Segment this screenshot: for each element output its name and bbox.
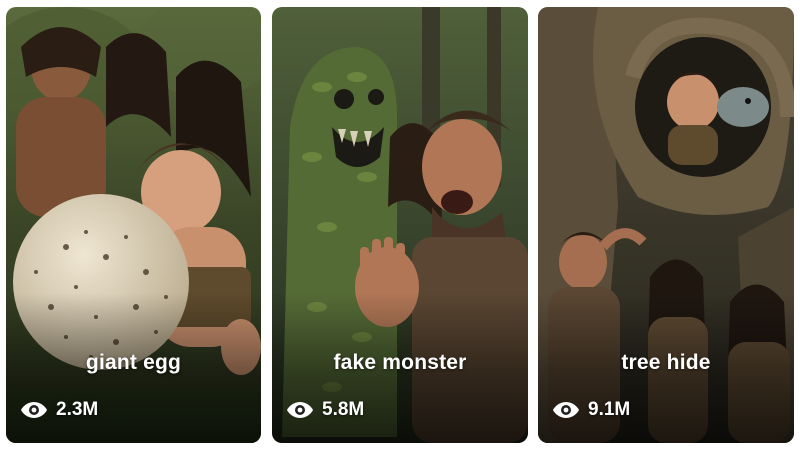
video-card-tree-hide[interactable]: tree hide 9.1M bbox=[538, 7, 794, 443]
view-count-value: 5.8M bbox=[322, 399, 365, 420]
view-count-value: 9.1M bbox=[588, 399, 631, 420]
video-card-fake-monster[interactable]: fake monster 5.8M bbox=[272, 7, 528, 443]
eye-icon bbox=[552, 400, 580, 420]
view-count: 5.8M bbox=[286, 399, 364, 421]
video-thumbnail bbox=[272, 7, 528, 443]
video-card-giant-egg[interactable]: giant egg 2.3M bbox=[6, 7, 261, 443]
video-thumbnail bbox=[6, 7, 261, 443]
eye-icon bbox=[20, 400, 48, 420]
view-count: 9.1M bbox=[552, 399, 630, 421]
video-title: tree hide bbox=[621, 351, 711, 374]
video-thumbnail bbox=[538, 7, 794, 443]
view-count: 2.3M bbox=[20, 399, 98, 421]
view-count-value: 2.3M bbox=[56, 399, 99, 420]
video-grid: giant egg 2.3M fake monster 5.8M tree hi… bbox=[0, 0, 800, 450]
video-title: giant egg bbox=[85, 351, 182, 374]
video-title: fake monster bbox=[333, 351, 467, 374]
eye-icon bbox=[286, 400, 314, 420]
